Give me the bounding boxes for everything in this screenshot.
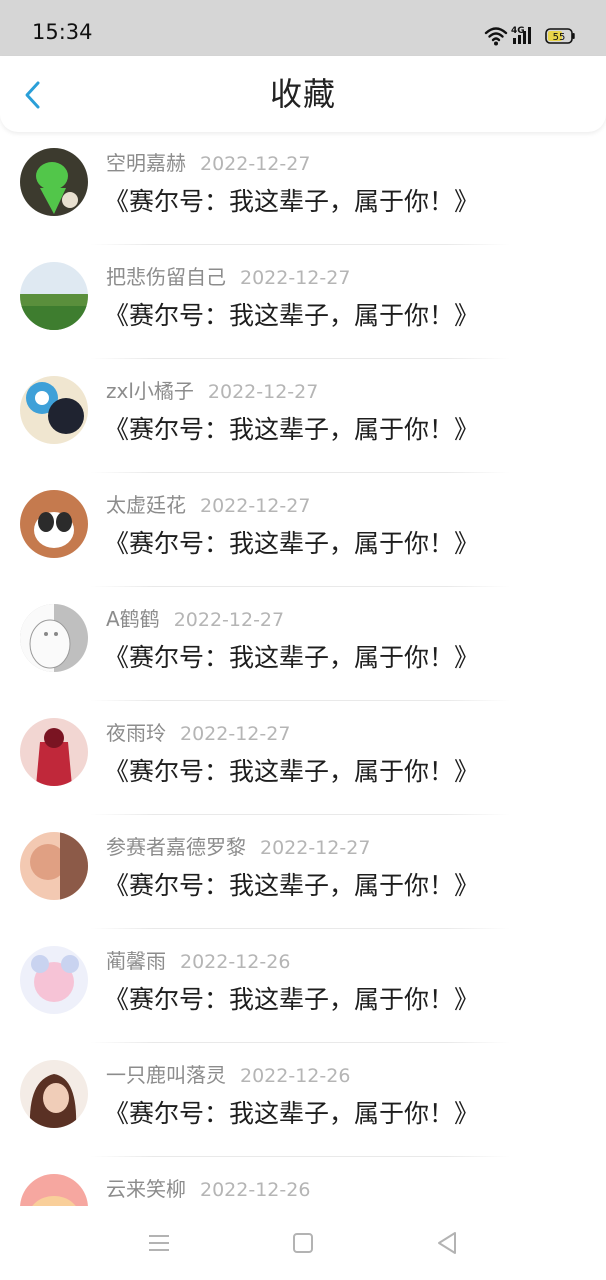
battery-icon: 55 xyxy=(545,28,575,44)
header: 收藏 xyxy=(0,56,606,132)
list-item[interactable]: zxl小橘子 2022-12-27 《赛尔号：我这辈子，属于你！》 xyxy=(0,359,606,473)
date: 2022-12-27 xyxy=(173,609,285,631)
username[interactable]: 蔺馨雨 xyxy=(106,949,166,973)
username[interactable]: 云来笑柳 xyxy=(106,1177,186,1201)
date: 2022-12-27 xyxy=(200,495,311,517)
avatar[interactable] xyxy=(20,148,88,216)
triangle-back-icon[interactable] xyxy=(434,1230,460,1256)
list-item[interactable]: 云来笑柳 2022-12-26 xyxy=(0,1157,606,1206)
list-item[interactable]: A鹤鹤 2022-12-27 《赛尔号：我这辈子，属于你！》 xyxy=(0,587,606,701)
post-title[interactable]: 《赛尔号：我这辈子，属于你！》 xyxy=(104,187,479,217)
post-title[interactable]: 《赛尔号：我这辈子，属于你！》 xyxy=(104,643,479,673)
list-item[interactable]: 蔺馨雨 2022-12-26 《赛尔号：我这辈子，属于你！》 xyxy=(0,929,606,1043)
date: 2022-12-26 xyxy=(180,951,291,973)
username[interactable]: 一只鹿叫落灵 xyxy=(106,1063,226,1087)
username[interactable]: 把悲伤留自己 xyxy=(106,265,226,289)
username[interactable]: 参赛者嘉德罗黎 xyxy=(106,835,246,859)
list-item[interactable]: 参赛者嘉德罗黎 2022-12-27 《赛尔号：我这辈子，属于你！》 xyxy=(0,815,606,929)
avatar[interactable] xyxy=(20,1174,88,1206)
cellular-signal-icon: 4G xyxy=(511,26,531,44)
network-type: 4G xyxy=(511,26,525,36)
list-item[interactable]: 夜雨玲 2022-12-27 《赛尔号：我这辈子，属于你！》 xyxy=(0,701,606,815)
avatar[interactable] xyxy=(20,262,88,330)
date: 2022-12-27 xyxy=(180,723,291,745)
post-title[interactable]: 《赛尔号：我这辈子，属于你！》 xyxy=(104,301,479,331)
page-title: 收藏 xyxy=(269,75,336,113)
wifi-icon xyxy=(484,27,508,46)
date: 2022-12-26 xyxy=(200,1179,311,1201)
avatar[interactable] xyxy=(20,718,88,786)
list-item[interactable]: 把悲伤留自己 2022-12-27 《赛尔号：我这辈子，属于你！》 xyxy=(0,245,606,359)
username[interactable]: 夜雨玲 xyxy=(106,721,166,745)
avatar[interactable] xyxy=(20,832,88,900)
post-title[interactable]: 《赛尔号：我这辈子，属于你！》 xyxy=(104,529,479,559)
username[interactable]: 太虚廷花 xyxy=(106,493,186,517)
date: 2022-12-27 xyxy=(260,837,371,859)
avatar[interactable] xyxy=(20,946,88,1014)
menu-icon[interactable] xyxy=(146,1230,172,1256)
username[interactable]: A鹤鹤 xyxy=(106,607,160,631)
status-time: 15:34 xyxy=(32,20,93,44)
list-item[interactable]: 空明嘉赫 2022-12-27 《赛尔号：我这辈子，属于你！》 xyxy=(0,131,606,245)
list-item[interactable]: 太虚廷花 2022-12-27 《赛尔号：我这辈子，属于你！》 xyxy=(0,473,606,587)
post-title[interactable]: 《赛尔号：我这辈子，属于你！》 xyxy=(104,757,479,787)
avatar[interactable] xyxy=(20,490,88,558)
post-title[interactable]: 《赛尔号：我这辈子，属于你！》 xyxy=(104,871,479,901)
square-home-icon[interactable] xyxy=(290,1230,316,1256)
status-bar: 15:34 4G 55 xyxy=(0,0,606,56)
battery-level: 55 xyxy=(553,32,566,43)
avatar[interactable] xyxy=(20,1060,88,1128)
username[interactable]: 空明嘉赫 xyxy=(106,151,186,175)
date: 2022-12-27 xyxy=(240,267,351,289)
date: 2022-12-27 xyxy=(200,153,311,175)
avatar[interactable] xyxy=(20,376,88,444)
favorites-list: 空明嘉赫 2022-12-27 《赛尔号：我这辈子，属于你！》 把悲伤留自己 202… xyxy=(0,131,606,1206)
system-nav-bar xyxy=(0,1206,606,1280)
date: 2022-12-27 xyxy=(207,381,319,403)
list-item[interactable]: 一只鹿叫落灵 2022-12-26 《赛尔号：我这辈子，属于你！》 xyxy=(0,1043,606,1157)
post-title[interactable]: 《赛尔号：我这辈子，属于你！》 xyxy=(104,985,479,1015)
username[interactable]: zxl小橘子 xyxy=(106,379,194,403)
date: 2022-12-26 xyxy=(240,1065,351,1087)
post-title[interactable]: 《赛尔号：我这辈子，属于你！》 xyxy=(104,1099,479,1129)
avatar[interactable] xyxy=(20,604,88,672)
status-icons: 4G 55 xyxy=(484,24,576,48)
post-title[interactable]: 《赛尔号：我这辈子，属于你！》 xyxy=(104,415,479,445)
